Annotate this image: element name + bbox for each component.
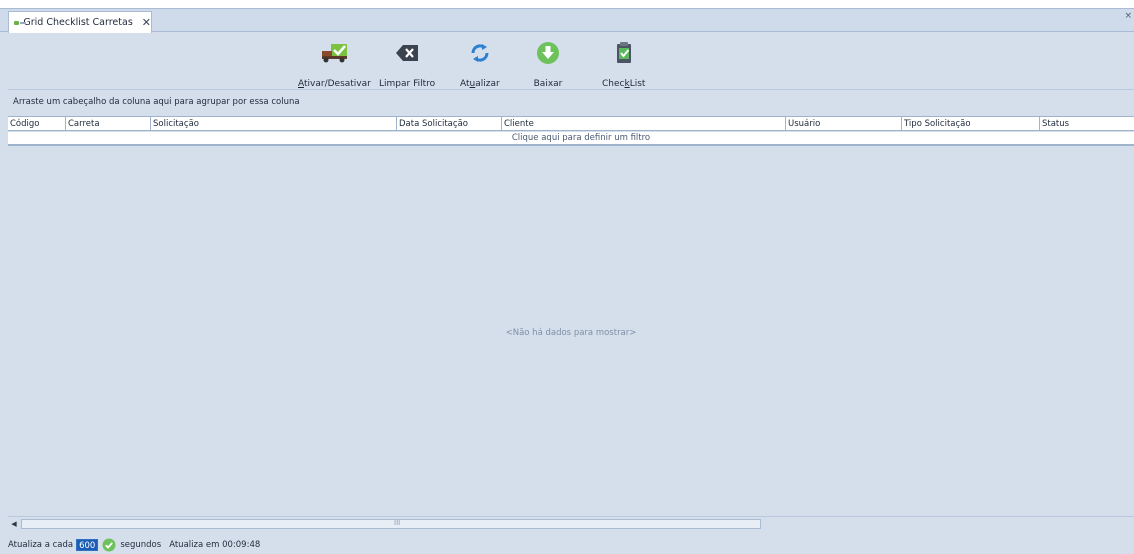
download-label: Baixar: [533, 79, 563, 89]
refresh-icon: [462, 39, 498, 67]
activate-deactivate-button[interactable]: Ativar/Desativar: [298, 39, 371, 89]
clear-filter-button[interactable]: Limpar Filtro: [379, 39, 435, 89]
scrollbar-grip: III: [394, 519, 401, 527]
column-header-status[interactable]: Status: [1040, 117, 1134, 131]
auto-filter-row[interactable]: Clique aqui para definir um filtro: [8, 132, 1134, 146]
status-bar: Atualiza a cada 600 segundos Atualiza em…: [0, 536, 1134, 554]
tab-bar: Grid Checklist Carretas ✕: [0, 8, 1134, 33]
grid-header-row: Código Carreta Solicitação Data Solicita…: [8, 116, 1134, 131]
column-header-tipo-solicitacao[interactable]: Tipo Solicitação: [902, 117, 1040, 131]
tab-close-icon[interactable]: ✕: [142, 17, 151, 28]
app-logo-icon: [14, 20, 27, 26]
filter-prompt: Clique aqui para definir um filtro: [511, 133, 651, 143]
checklist-label: CheckList: [602, 79, 646, 89]
empty-grid-message: <Não há dados para mostrar>: [505, 328, 637, 338]
refresh-interval-suffix: segundos: [120, 540, 162, 550]
column-header-codigo[interactable]: Código: [8, 117, 66, 131]
refresh-label: Atualizar: [460, 79, 500, 89]
scrollbar-thumb[interactable]: III: [21, 519, 761, 529]
clear-filter-icon: [389, 39, 425, 67]
horizontal-scrollbar[interactable]: ◀ III: [8, 516, 1134, 530]
group-by-hint: Arraste um cabeçalho da coluna aqui para…: [13, 97, 300, 107]
activate-deactivate-label: Ativar/Desativar: [298, 79, 371, 89]
window-top-strip: [0, 0, 1134, 8]
column-header-usuario[interactable]: Usuário: [786, 117, 902, 131]
grid-body[interactable]: <Não há dados para mostrar>: [8, 148, 1134, 515]
truck-check-icon: [316, 39, 352, 67]
confirm-check-icon[interactable]: [102, 538, 116, 552]
column-header-carreta[interactable]: Carreta: [66, 117, 151, 131]
download-icon: [530, 39, 566, 67]
checklist-button[interactable]: CheckList: [602, 39, 645, 89]
checklist-icon: [606, 39, 642, 67]
column-header-solicitacao[interactable]: Solicitação: [151, 117, 397, 131]
download-button[interactable]: Baixar: [530, 39, 566, 89]
tab-grid-checklist-carretas[interactable]: Grid Checklist Carretas ✕: [8, 11, 152, 33]
toolbar: Ativar/Desativar Limpar Filtro Atualizar: [8, 33, 1134, 90]
refresh-interval-prefix: Atualiza a cada: [8, 540, 74, 550]
refresh-interval-input[interactable]: 600: [76, 539, 99, 551]
column-header-data-solicitacao[interactable]: Data Solicitação: [397, 117, 502, 131]
refresh-button[interactable]: Atualizar: [460, 39, 500, 89]
column-header-cliente[interactable]: Cliente: [502, 117, 786, 131]
tab-title: Grid Checklist Carretas: [23, 17, 133, 28]
scroll-left-arrow-icon[interactable]: ◀: [9, 519, 19, 529]
group-by-panel[interactable]: Arraste um cabeçalho da coluna aqui para…: [8, 90, 1134, 114]
window-close-icon[interactable]: ×: [1124, 11, 1132, 21]
next-update-countdown: Atualiza em 00:09:48: [169, 540, 261, 550]
clear-filter-label: Limpar Filtro: [379, 79, 436, 89]
